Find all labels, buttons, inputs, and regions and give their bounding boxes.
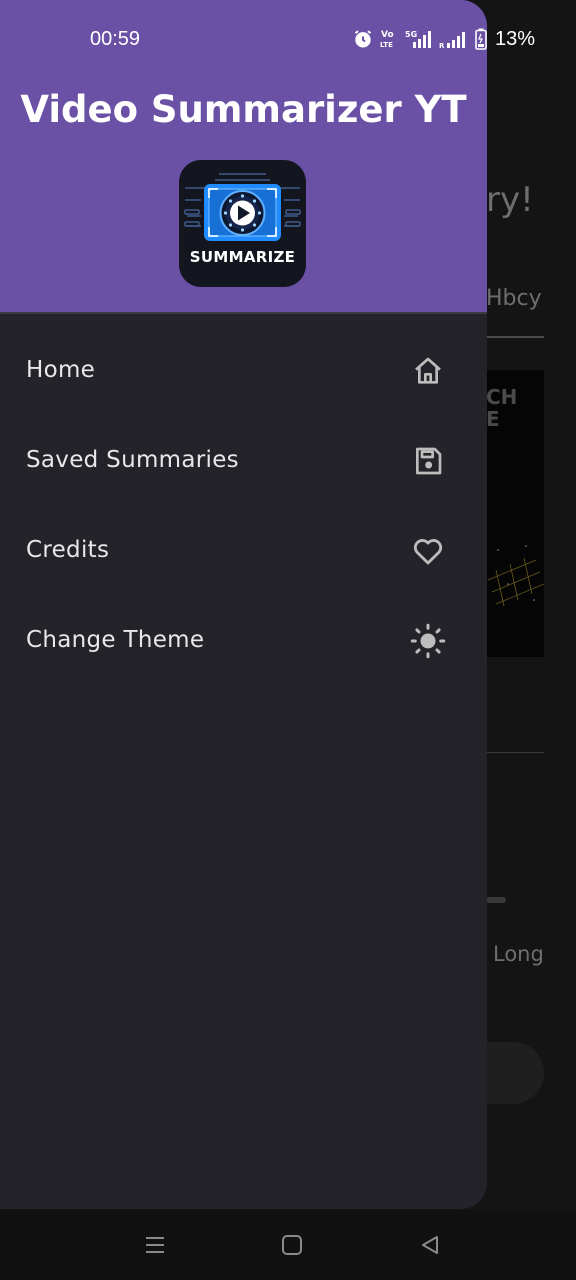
menu-item-saved-summaries[interactable]: Saved Summaries — [0, 416, 487, 506]
app-logo: SUMMARIZE — [179, 160, 306, 287]
menu-item-label: Saved Summaries — [26, 447, 239, 473]
menu-item-change-theme[interactable]: Change Theme — [0, 596, 487, 686]
logo-graphic — [184, 173, 301, 241]
logo-text: SUMMARIZE — [189, 248, 296, 266]
menu-icon[interactable] — [140, 1230, 170, 1260]
alarm-icon — [353, 29, 373, 49]
back-icon[interactable] — [415, 1230, 445, 1260]
navigation-drawer: Video Summarizer YT SUMMARIZE Home Saved… — [0, 0, 487, 1209]
sun-icon — [410, 623, 446, 659]
svg-text:5G: 5G — [405, 30, 417, 39]
svg-text:Vo: Vo — [381, 30, 394, 40]
background-length-slider — [486, 897, 506, 903]
heart-icon — [410, 533, 446, 569]
menu-item-home[interactable]: Home — [0, 326, 487, 416]
menu-item-credits[interactable]: Credits — [0, 506, 487, 596]
app-title: Video Summarizer YT — [20, 88, 467, 131]
thumbnail-grid-graphic — [487, 545, 544, 607]
menu-item-label: Change Theme — [26, 627, 205, 653]
svg-text:LTE: LTE — [380, 41, 393, 49]
background-url-input: Hbcy — [486, 286, 542, 311]
menu-item-label: Credits — [26, 537, 110, 563]
battery-icon — [475, 28, 487, 50]
background-video-thumbnail: CH E — [486, 370, 544, 657]
background-input-underline — [486, 336, 544, 338]
background-length-long-label: Long — [493, 942, 544, 966]
signal-icon: R — [439, 28, 469, 50]
background-summarize-button — [486, 1042, 544, 1104]
home-icon — [410, 353, 446, 389]
status-bar: 00:59 Vo LTE 5G R 13% — [0, 0, 576, 80]
drawer-menu: Home Saved Summaries Credits Change Them… — [0, 326, 487, 686]
home-square-icon[interactable] — [277, 1230, 307, 1260]
status-icons: Vo LTE 5G R 13% — [353, 26, 535, 52]
battery-percentage: 13% — [495, 27, 536, 50]
svg-text:R: R — [439, 42, 445, 50]
background-divider — [486, 752, 544, 753]
menu-item-label: Home — [26, 357, 96, 383]
system-navigation-bar — [0, 1210, 576, 1280]
save-icon — [410, 443, 446, 479]
volte-icon: Vo LTE — [379, 28, 399, 50]
background-title: ry! — [486, 180, 534, 220]
5g-signal-icon: 5G — [405, 28, 433, 50]
thumbnail-text: CH E — [486, 385, 518, 431]
status-time: 00:59 — [90, 28, 141, 50]
